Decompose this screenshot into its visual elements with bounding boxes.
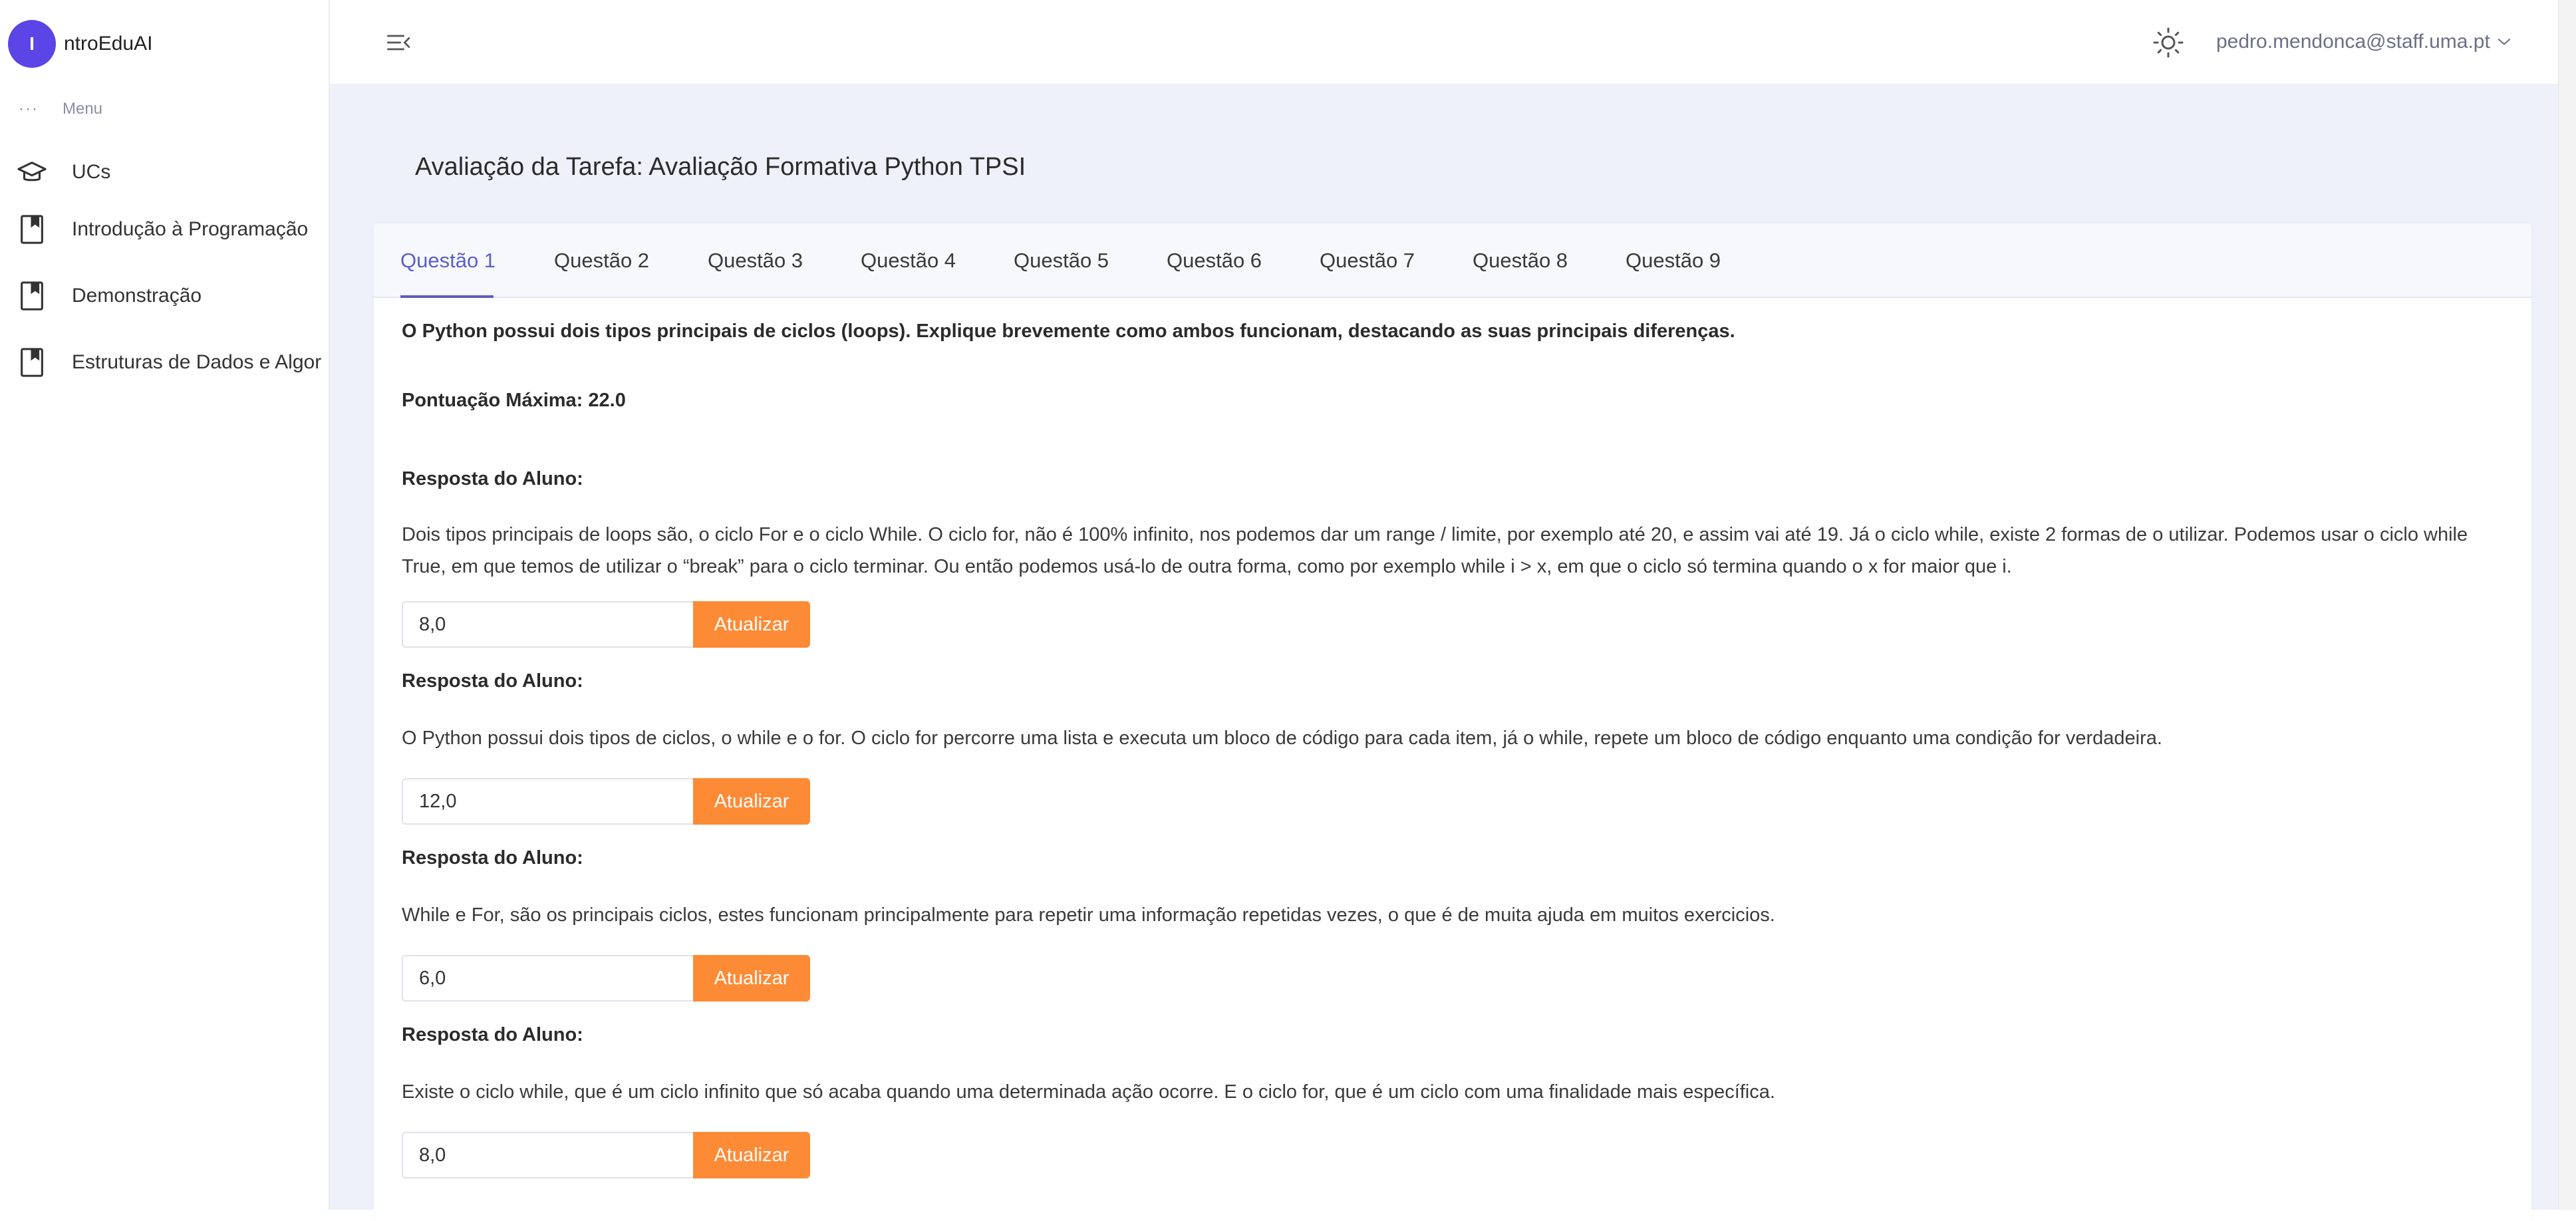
grade-row: Atualizar bbox=[402, 1132, 810, 1178]
tab-questao-1[interactable]: Questão 1 bbox=[400, 249, 496, 273]
active-tab-indicator bbox=[400, 295, 494, 298]
update-button[interactable]: Atualizar bbox=[693, 601, 810, 648]
sidebar-item-introducao-programacao[interactable]: Introdução à Programação bbox=[16, 206, 308, 253]
question-text: O Python possui dois tipos principais de… bbox=[402, 321, 1735, 342]
tab-questao-8[interactable]: Questão 8 bbox=[1473, 249, 1568, 273]
menu-dots: ··· bbox=[19, 100, 39, 118]
update-button[interactable]: Atualizar bbox=[693, 778, 810, 825]
bookmark-book-icon bbox=[16, 280, 48, 312]
grade-row: Atualizar bbox=[402, 601, 810, 648]
main-content: Avaliação da Tarefa: Avaliação Formativa… bbox=[330, 84, 2558, 1221]
response-text: While e For, são os principais ciclos, e… bbox=[402, 904, 1775, 926]
bookmark-book-icon bbox=[16, 346, 48, 378]
response-label: Resposta do Aluno: bbox=[402, 1024, 583, 1045]
page-title: Avaliação da Tarefa: Avaliação Formativa… bbox=[415, 153, 1026, 181]
chevron-down-icon bbox=[2497, 37, 2511, 47]
user-email: pedro.mendonca@staff.uma.pt bbox=[2216, 31, 2490, 53]
response-text: Existe o ciclo while, que é um ciclo inf… bbox=[402, 1081, 1775, 1103]
top-header: pedro.mendonca@staff.uma.pt bbox=[330, 0, 2558, 84]
question-tabs: Questão 1 Questão 2 Questão 3 Questão 4 … bbox=[374, 223, 2531, 298]
sidebar-item-label: UCs bbox=[72, 161, 111, 183]
sidebar-item-ucs[interactable]: UCs bbox=[16, 149, 110, 196]
response-label: Resposta do Aluno: bbox=[402, 847, 583, 869]
brand[interactable]: I ntroEduAI bbox=[8, 17, 152, 70]
bookmark-book-icon bbox=[16, 213, 48, 245]
brand-name: ntroEduAI bbox=[64, 33, 153, 55]
update-button[interactable]: Atualizar bbox=[693, 955, 810, 1002]
response-text: Dois tipos principais de loops são, o ci… bbox=[402, 524, 2468, 577]
grade-input[interactable] bbox=[402, 955, 693, 1002]
scrollbar[interactable] bbox=[2558, 0, 2576, 1210]
tab-questao-9[interactable]: Questão 9 bbox=[1626, 249, 1721, 273]
grade-row: Atualizar bbox=[402, 778, 810, 825]
sidebar: I ntroEduAI ··· Menu UCs Introdução à Pr… bbox=[0, 0, 330, 1210]
menu-heading-label: Menu bbox=[62, 100, 103, 118]
sun-icon[interactable] bbox=[2150, 24, 2187, 61]
grade-input[interactable] bbox=[402, 601, 693, 648]
tab-questao-5[interactable]: Questão 5 bbox=[1014, 249, 1109, 273]
tab-questao-7[interactable]: Questão 7 bbox=[1320, 249, 1415, 273]
sidebar-item-demonstracao[interactable]: Demonstração bbox=[16, 273, 202, 319]
max-score: Pontuação Máxima: 22.0 bbox=[402, 390, 626, 411]
response-label: Resposta do Aluno: bbox=[402, 468, 583, 489]
sidebar-item-estruturas-dados[interactable]: Estruturas de Dados e Algor bbox=[16, 339, 330, 386]
tab-questao-4[interactable]: Questão 4 bbox=[861, 249, 956, 273]
response-text: O Python possui dois tipos de ciclos, o … bbox=[402, 728, 2162, 749]
response-label: Resposta do Aluno: bbox=[402, 670, 583, 692]
evaluation-card: Questão 1 Questão 2 Questão 3 Questão 4 … bbox=[374, 223, 2531, 1221]
grade-input[interactable] bbox=[402, 1132, 693, 1178]
grade-row: Atualizar bbox=[402, 955, 810, 1002]
grade-input[interactable] bbox=[402, 778, 693, 825]
tab-questao-2[interactable]: Questão 2 bbox=[554, 249, 649, 273]
sidebar-item-label: Demonstração bbox=[72, 285, 202, 307]
graduation-cap-icon bbox=[16, 156, 48, 188]
update-button[interactable]: Atualizar bbox=[693, 1132, 810, 1178]
sidebar-item-label: Introdução à Programação bbox=[72, 218, 309, 240]
menu-heading: ··· Menu bbox=[19, 100, 102, 118]
user-menu[interactable]: pedro.mendonca@staff.uma.pt bbox=[2216, 25, 2511, 59]
brand-logo: I bbox=[8, 20, 56, 68]
menu-collapse-icon[interactable] bbox=[383, 27, 415, 59]
sidebar-item-label: Estruturas de Dados e Algor bbox=[72, 351, 322, 373]
tab-questao-3[interactable]: Questão 3 bbox=[708, 249, 803, 273]
tab-questao-6[interactable]: Questão 6 bbox=[1167, 249, 1262, 273]
